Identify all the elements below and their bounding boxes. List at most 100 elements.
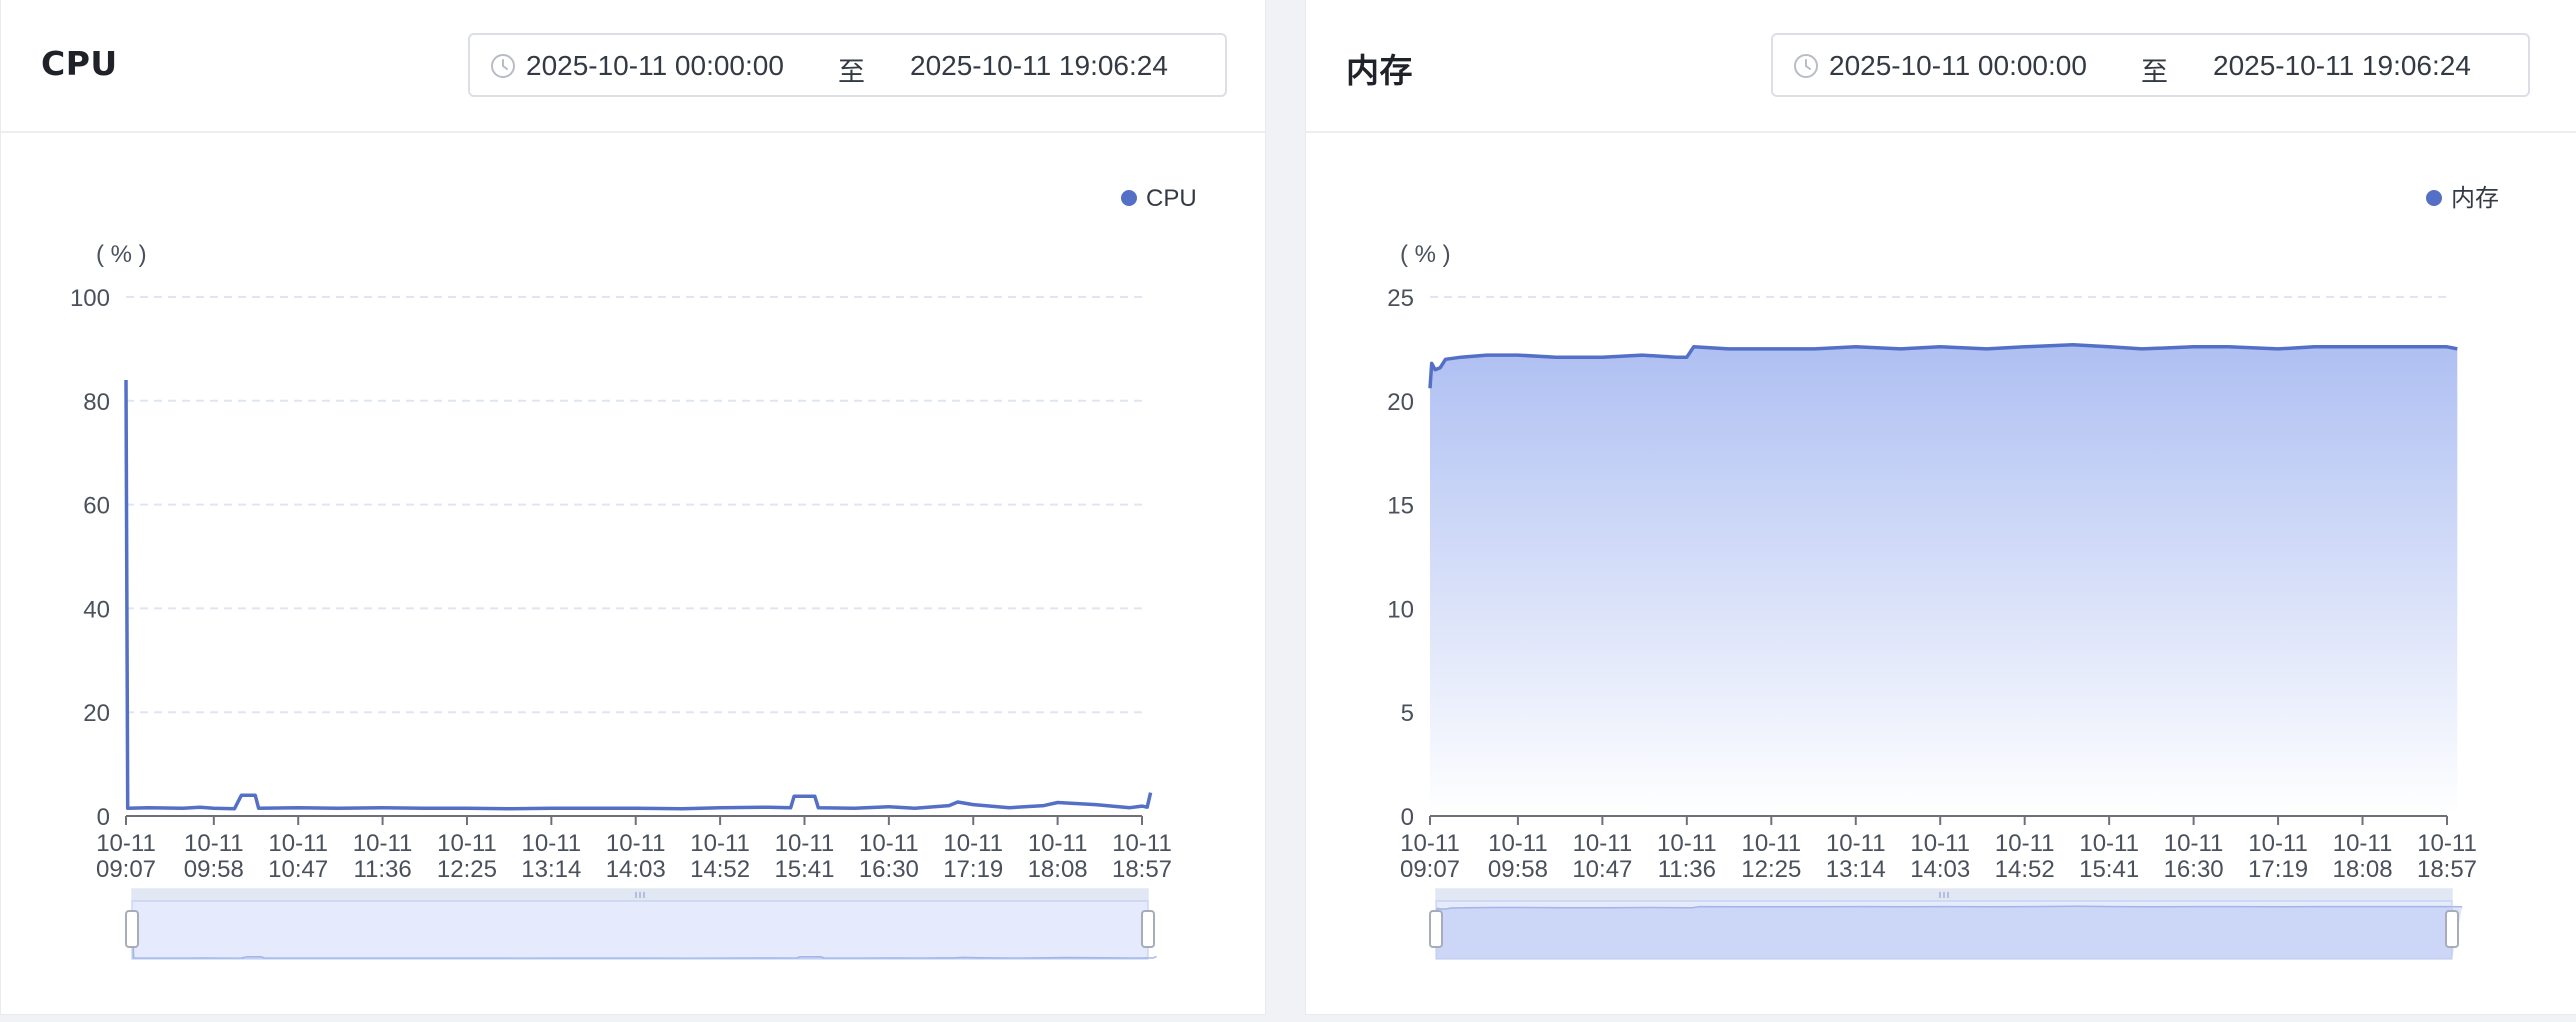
x-tick-label-date: 10-11 xyxy=(1910,830,1970,857)
x-tick-label-date: 10-11 xyxy=(268,830,328,857)
cpu-date-separator: 至 xyxy=(838,57,865,88)
x-tick-label-time: 09:07 xyxy=(1400,856,1460,883)
x-tick-label-date: 10-11 xyxy=(1028,830,1088,857)
y-tick-label: 20 xyxy=(1387,389,1414,416)
cpu-panel-title: CPU xyxy=(41,44,118,83)
x-tick-label-date: 10-11 xyxy=(522,830,582,857)
x-tick-label-time: 14:52 xyxy=(1995,856,2055,883)
slider-right-handle[interactable] xyxy=(1141,910,1155,948)
memory-panel-title: 内存 xyxy=(1346,51,1413,90)
x-tick-label-date: 10-11 xyxy=(775,830,835,857)
x-tick-label-date: 10-11 xyxy=(353,830,413,857)
x-tick-label-date: 10-11 xyxy=(2164,830,2224,857)
x-tick-label-time: 18:08 xyxy=(2333,856,2393,883)
cpu-date-range-picker[interactable]: 2025-10-11 00:00:00 至 2025-10-11 19:06:2… xyxy=(468,33,1227,97)
x-tick-label-time: 18:57 xyxy=(2417,856,2477,883)
x-tick-label-time: 18:08 xyxy=(1028,856,1088,883)
legend-label: CPU xyxy=(1146,185,1197,212)
cpu-panel-header: CPU 2025-10-11 00:00:00 至 2025-10-11 19:… xyxy=(1,0,1265,133)
slider-right-handle[interactable] xyxy=(2445,910,2459,948)
x-tick-label-date: 10-11 xyxy=(1657,830,1717,857)
x-tick-label-date: 10-11 xyxy=(943,830,1003,857)
x-tick-label-date: 10-11 xyxy=(859,830,919,857)
x-tick-label-time: 13:14 xyxy=(1826,856,1886,883)
x-tick-label-date: 10-11 xyxy=(606,830,666,857)
y-tick-label: 10 xyxy=(1387,596,1414,623)
x-tick-label-time: 15:41 xyxy=(774,856,834,883)
y-tick-label: 0 xyxy=(97,804,110,831)
x-tick-label-time: 15:41 xyxy=(2079,856,2139,883)
x-tick-label-date: 10-11 xyxy=(1488,830,1548,857)
y-axis-unit-label: ( % ) xyxy=(96,241,147,268)
x-tick-label-date: 10-11 xyxy=(2333,830,2393,857)
memory-panel: 内存 2025-10-11 00:00:00 至 2025-10-11 19:0… xyxy=(1305,0,2576,1015)
x-tick-label-time: 10:47 xyxy=(1572,856,1632,883)
x-tick-label-date: 10-11 xyxy=(1400,830,1460,857)
data-zoom-slider[interactable] xyxy=(125,888,1157,960)
y-tick-label: 20 xyxy=(83,700,110,727)
x-tick-label-date: 10-11 xyxy=(1826,830,1886,857)
y-tick-label: 0 xyxy=(1401,804,1414,831)
data-zoom-slider[interactable] xyxy=(1429,888,2463,960)
x-tick-label-date: 10-11 xyxy=(2417,830,2477,857)
x-tick-label-date: 10-11 xyxy=(1741,830,1801,857)
memory-date-range-picker[interactable]: 2025-10-11 00:00:00 至 2025-10-11 19:06:2… xyxy=(1771,33,2530,97)
x-tick-label-date: 10-11 xyxy=(690,830,750,857)
x-tick-label-date: 10-11 xyxy=(1112,830,1172,857)
legend-label: 内存 xyxy=(2451,185,2499,212)
legend-marker xyxy=(2426,190,2442,206)
x-tick-label-time: 17:19 xyxy=(943,856,1003,883)
y-tick-label: 40 xyxy=(83,596,110,623)
x-tick-label-time: 18:57 xyxy=(1112,856,1172,883)
x-tick-label-time: 09:58 xyxy=(184,856,244,883)
x-tick-label-time: 10:47 xyxy=(268,856,328,883)
y-tick-label: 5 xyxy=(1401,700,1414,727)
memory-end-date-input[interactable]: 2025-10-11 19:06:24 xyxy=(2213,50,2471,82)
x-tick-label-time: 13:14 xyxy=(521,856,581,883)
x-tick-label-time: 09:58 xyxy=(1488,856,1548,883)
y-tick-label: 15 xyxy=(1387,493,1414,520)
clock-icon xyxy=(1794,54,1818,78)
clock-icon xyxy=(491,54,515,78)
slider-left-handle[interactable] xyxy=(1429,910,1443,948)
memory-date-separator: 至 xyxy=(2141,57,2168,88)
x-tick-label-time: 14:03 xyxy=(1910,856,1970,883)
slider-left-handle[interactable] xyxy=(125,910,139,948)
x-tick-label-time: 12:25 xyxy=(1741,856,1801,883)
series-line xyxy=(124,379,1153,811)
x-tick-label-date: 10-11 xyxy=(1573,830,1633,857)
cpu-end-date-input[interactable]: 2025-10-11 19:06:24 xyxy=(910,50,1168,82)
memory-start-date-input[interactable]: 2025-10-11 00:00:00 xyxy=(1829,50,2087,82)
x-tick-label-time: 09:07 xyxy=(96,856,156,883)
memory-area-chart: 0510152025( % )10-1109:0710-1109:5810-11… xyxy=(1387,185,2499,960)
x-tick-label-date: 10-11 xyxy=(184,830,244,857)
x-tick-label-date: 10-11 xyxy=(1995,830,2055,857)
x-tick-label-date: 10-11 xyxy=(2248,830,2308,857)
y-tick-label: 80 xyxy=(83,389,110,416)
x-tick-label-time: 11:36 xyxy=(1658,856,1716,883)
chart-legend[interactable]: CPU xyxy=(1121,185,1197,212)
cpu-line-chart: 020406080100( % )10-1109:0710-1109:5810-… xyxy=(70,185,1197,960)
y-tick-label: 60 xyxy=(83,493,110,520)
y-tick-label: 100 xyxy=(70,285,110,312)
cpu-panel: CPU 2025-10-11 00:00:00 至 2025-10-11 19:… xyxy=(0,0,1266,1015)
x-tick-label-time: 11:36 xyxy=(353,856,411,883)
chart-legend[interactable]: 内存 xyxy=(2426,185,2499,212)
legend-marker xyxy=(1121,190,1137,206)
x-tick-label-time: 16:30 xyxy=(859,856,919,883)
x-tick-label-date: 10-11 xyxy=(437,830,497,857)
x-tick-label-date: 10-11 xyxy=(2079,830,2139,857)
y-tick-label: 25 xyxy=(1387,285,1414,312)
x-tick-label-date: 10-11 xyxy=(96,830,156,857)
memory-panel-header: 内存 2025-10-11 00:00:00 至 2025-10-11 19:0… xyxy=(1306,0,2576,133)
x-tick-label-time: 14:03 xyxy=(606,856,666,883)
x-tick-label-time: 16:30 xyxy=(2164,856,2224,883)
x-tick-label-time: 17:19 xyxy=(2248,856,2308,883)
y-axis-unit-label: ( % ) xyxy=(1400,241,1451,268)
slider-selected-range xyxy=(1435,900,2453,960)
x-tick-label-time: 12:25 xyxy=(437,856,497,883)
slider-selected-range xyxy=(131,900,1149,960)
series-area xyxy=(1430,344,2458,816)
x-tick-label-time: 14:52 xyxy=(690,856,750,883)
cpu-start-date-input[interactable]: 2025-10-11 00:00:00 xyxy=(526,50,784,82)
